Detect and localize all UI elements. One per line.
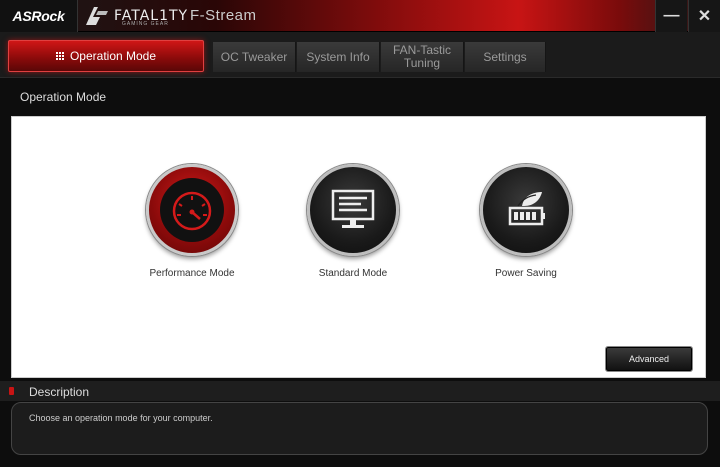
monitor-icon: [331, 189, 375, 228]
tab-label: System Info: [306, 49, 370, 64]
title-bar: ASRock FATAL1TY GAMING GEAR F-Stream — ✕: [0, 0, 720, 32]
leaf-battery-icon: [508, 192, 545, 226]
close-button[interactable]: ✕: [688, 0, 720, 32]
performance-mode-option[interactable]: Performance Mode: [122, 164, 262, 279]
standard-mode-label: Standard Mode: [318, 268, 388, 279]
performance-mode-button[interactable]: [146, 164, 238, 256]
fatality-logo: FATAL1TY GAMING GEAR: [84, 4, 188, 28]
description-box: Choose an operation mode for your comput…: [11, 402, 708, 455]
power-saving-label: Power Saving: [495, 268, 557, 279]
standard-mode-option[interactable]: Standard Mode: [283, 164, 423, 279]
tab-operation-mode[interactable]: Operation Mode: [8, 40, 204, 72]
minimize-icon: —: [663, 7, 680, 24]
tab-bar: Operation Mode OC Tweaker System Info FA…: [0, 32, 720, 78]
page-title: Operation Mode: [20, 90, 107, 104]
tab-settings[interactable]: Settings: [465, 42, 546, 72]
asrock-logo: ASRock: [0, 0, 78, 32]
description-header: Description: [0, 381, 720, 401]
tab-label: FAN-Tastic Tuning: [392, 43, 451, 70]
tab-label: Operation Mode: [69, 49, 157, 63]
speedometer-icon: [172, 191, 212, 231]
app-title: F-Stream: [190, 7, 257, 24]
description-text: Choose an operation mode for your comput…: [29, 413, 213, 423]
performance-mode-label: Performance Mode: [149, 268, 235, 279]
fatality-emblem-icon: [86, 7, 108, 25]
tab-label: Settings: [483, 49, 527, 64]
close-icon: ✕: [697, 8, 712, 25]
minimize-button[interactable]: —: [655, 0, 687, 32]
operation-mode-panel: Performance Mode Standard Mode Power Sav…: [11, 116, 706, 378]
power-saving-option[interactable]: Power Saving: [456, 164, 596, 279]
standard-mode-button[interactable]: [307, 164, 399, 256]
tab-label: OC Tweaker: [220, 49, 288, 64]
description-marker-icon: [9, 387, 14, 395]
fatality-subtitle: GAMING GEAR: [122, 21, 169, 27]
description-title: Description: [29, 385, 90, 399]
advanced-button[interactable]: Advanced: [605, 346, 693, 372]
tab-system-info[interactable]: System Info: [297, 42, 380, 72]
power-saving-button[interactable]: [480, 164, 572, 256]
tab-oc-tweaker[interactable]: OC Tweaker: [213, 42, 296, 72]
tab-fan-tastic-tuning[interactable]: FAN-Tastic Tuning: [381, 42, 464, 72]
grid-icon: [55, 52, 64, 60]
